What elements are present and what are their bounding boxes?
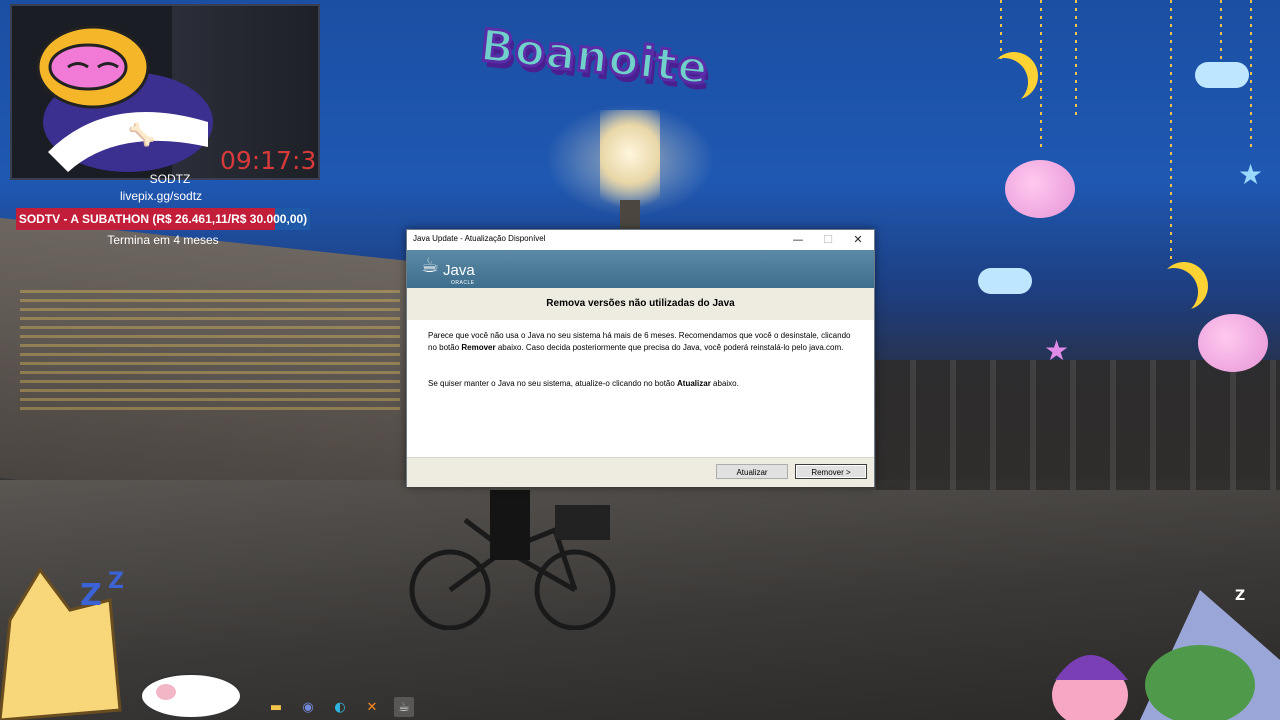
java-update-dialog: Java Update - Atualização Disponível — ☐… xyxy=(406,229,875,487)
coffee-cup-icon: ☕ xyxy=(421,253,439,277)
paragraph-2-text: Se quiser manter o Java no seu sistema, … xyxy=(428,379,678,388)
dialog-body: Parece que você não usa o Java no seu si… xyxy=(407,320,874,457)
java-banner: ☕ Java ORACLE xyxy=(407,250,874,288)
paragraph-2-text-end: abaixo. xyxy=(710,379,739,388)
paragraph-1-text-end: abaixo. Caso decida posteriormente que p… xyxy=(495,342,844,352)
sleeping-dog-mascot: 🦴 xyxy=(36,25,213,172)
java-logo: ☕ Java ORACLE xyxy=(421,253,491,287)
sub-line: SODTZ xyxy=(149,172,191,186)
cloud-decoration xyxy=(978,268,1032,294)
goal-bar-label: SODTV - A SUBATHON (R$ 26.461,11/R$ 30.0… xyxy=(18,212,308,226)
svg-text:Z: Z xyxy=(108,569,124,594)
webcam-frame: 🦴 09:17:32 xyxy=(10,4,320,180)
decor-string xyxy=(1040,0,1042,150)
edge-icon[interactable]: ◐ xyxy=(330,697,350,717)
java-wordmark: Java xyxy=(443,262,475,279)
dialog-title: Java Update - Atualização Disponível xyxy=(413,234,546,243)
decor-string xyxy=(1250,0,1252,150)
star-decoration: ★ xyxy=(1044,334,1070,367)
moon-decoration xyxy=(1160,262,1208,310)
cyclist-silhouette xyxy=(405,490,645,631)
minimize-button[interactable]: — xyxy=(783,230,813,250)
svg-text:🦴: 🦴 xyxy=(128,121,155,148)
update-button[interactable]: Atualizar xyxy=(716,464,788,479)
remove-button[interactable]: Remover > xyxy=(795,464,867,479)
star-decoration: ★ xyxy=(1238,158,1264,191)
moon-decoration xyxy=(990,52,1038,100)
taskbar: ▬ ◉ ◐ ✕ ☕ xyxy=(260,694,420,720)
dialog-paragraph-2: Se quiser manter o Java no seu sistema, … xyxy=(428,378,858,390)
dialog-titlebar[interactable]: Java Update - Atualização Disponível — ☐… xyxy=(407,230,874,250)
goal-subtitle: Termina em 4 meses xyxy=(107,233,219,247)
wall-light-reflections xyxy=(20,290,400,410)
java-update-icon[interactable]: ☕ xyxy=(394,697,414,717)
svg-text:Z: Z xyxy=(1235,588,1245,604)
bridge-railing xyxy=(870,360,1280,490)
decor-string xyxy=(1220,0,1222,60)
maximize-button: ☐ xyxy=(823,233,833,246)
livepix-link: livepix.gg/sodtz xyxy=(120,189,203,203)
decor-string xyxy=(1000,0,1002,60)
close-button[interactable]: ✕ xyxy=(843,230,873,250)
dialog-heading-text: Remova versões não utilizadas do Java xyxy=(546,298,735,309)
discord-icon[interactable]: ◉ xyxy=(298,697,318,717)
dialog-heading: Remova versões não utilizadas do Java xyxy=(407,288,874,320)
subathon-goal-bar: SODTV - A SUBATHON (R$ 26.461,11/R$ 30.0… xyxy=(16,208,310,230)
cloud-decoration xyxy=(1195,62,1249,88)
sheep-decoration xyxy=(1005,160,1075,218)
paragraph-2-bold: Atualizar xyxy=(677,379,711,388)
stream-timer: 09:17:32 xyxy=(220,146,318,175)
sleeping-pet-character xyxy=(140,673,242,719)
sheep-decoration xyxy=(1198,314,1268,372)
dialog-footer: Atualizar Remover > xyxy=(407,457,874,487)
decor-string xyxy=(1075,0,1077,120)
svg-text:Z: Z xyxy=(80,578,102,613)
oracle-wordmark: ORACLE xyxy=(451,280,475,286)
app-icon[interactable]: ✕ xyxy=(362,697,382,717)
sleeping-wizard-characters: Z xyxy=(1052,588,1280,720)
dialog-paragraph-1: Parece que você não usa o Java no seu si… xyxy=(428,330,858,353)
decor-string xyxy=(1170,0,1172,260)
paragraph-1-bold: Remover xyxy=(461,342,496,352)
file-explorer-icon[interactable]: ▬ xyxy=(266,697,286,717)
sleeping-cat-character: Z Z xyxy=(0,567,124,720)
